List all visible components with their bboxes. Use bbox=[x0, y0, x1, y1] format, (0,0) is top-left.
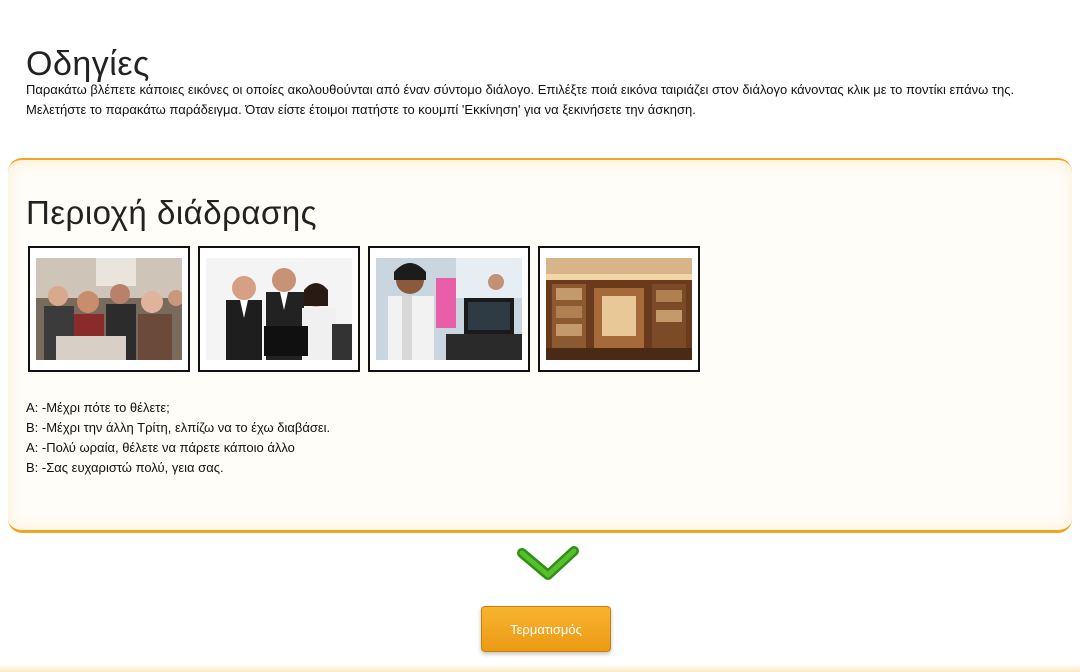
image-choice-3[interactable] bbox=[368, 246, 530, 372]
office-team-at-computer-photo bbox=[206, 258, 352, 360]
interaction-title: Περιοχή διάδρασης bbox=[26, 194, 318, 231]
dialogue-line-1: A: -Μέχρι πότε το θέλετε; bbox=[26, 400, 170, 415]
finish-button[interactable]: Τερματισμός bbox=[481, 606, 611, 652]
check-icon bbox=[517, 546, 579, 580]
footer-strip bbox=[0, 664, 1080, 672]
exercise-page: Οδηγίες Παρακάτω βλέπετε κάποιες εικόνες… bbox=[0, 0, 1080, 672]
dialogue-line-2: B: -Μέχρι την άλλη Τρίτη, ελπίζω να το έ… bbox=[26, 420, 331, 435]
group-of-people-photo bbox=[36, 258, 182, 360]
interaction-area: Περιοχή διάδρασης A: -Μέχρι πότε το θέλε… bbox=[8, 158, 1072, 533]
instructions-text: Παρακάτω βλέπετε κάποιες εικόνες οι οποί… bbox=[26, 82, 1015, 117]
image-choice-4[interactable] bbox=[538, 246, 700, 372]
instructions-title: Οδηγίες bbox=[26, 44, 150, 83]
dialogue: A: -Μέχρι πότε το θέλετε; B: -Μέχρι την … bbox=[26, 398, 330, 478]
image-choice-2[interactable] bbox=[198, 246, 360, 372]
dialogue-line-4: B: -Σας ευχαριστώ πολύ, γεια σας. bbox=[26, 460, 224, 475]
library-interior-photo bbox=[546, 258, 692, 360]
dialogue-line-3: A: -Πολύ ωραία, θέλετε να πάρετε κάποιο … bbox=[26, 440, 295, 455]
people-at-computers-photo bbox=[376, 258, 522, 360]
image-choice-1[interactable] bbox=[28, 246, 190, 372]
